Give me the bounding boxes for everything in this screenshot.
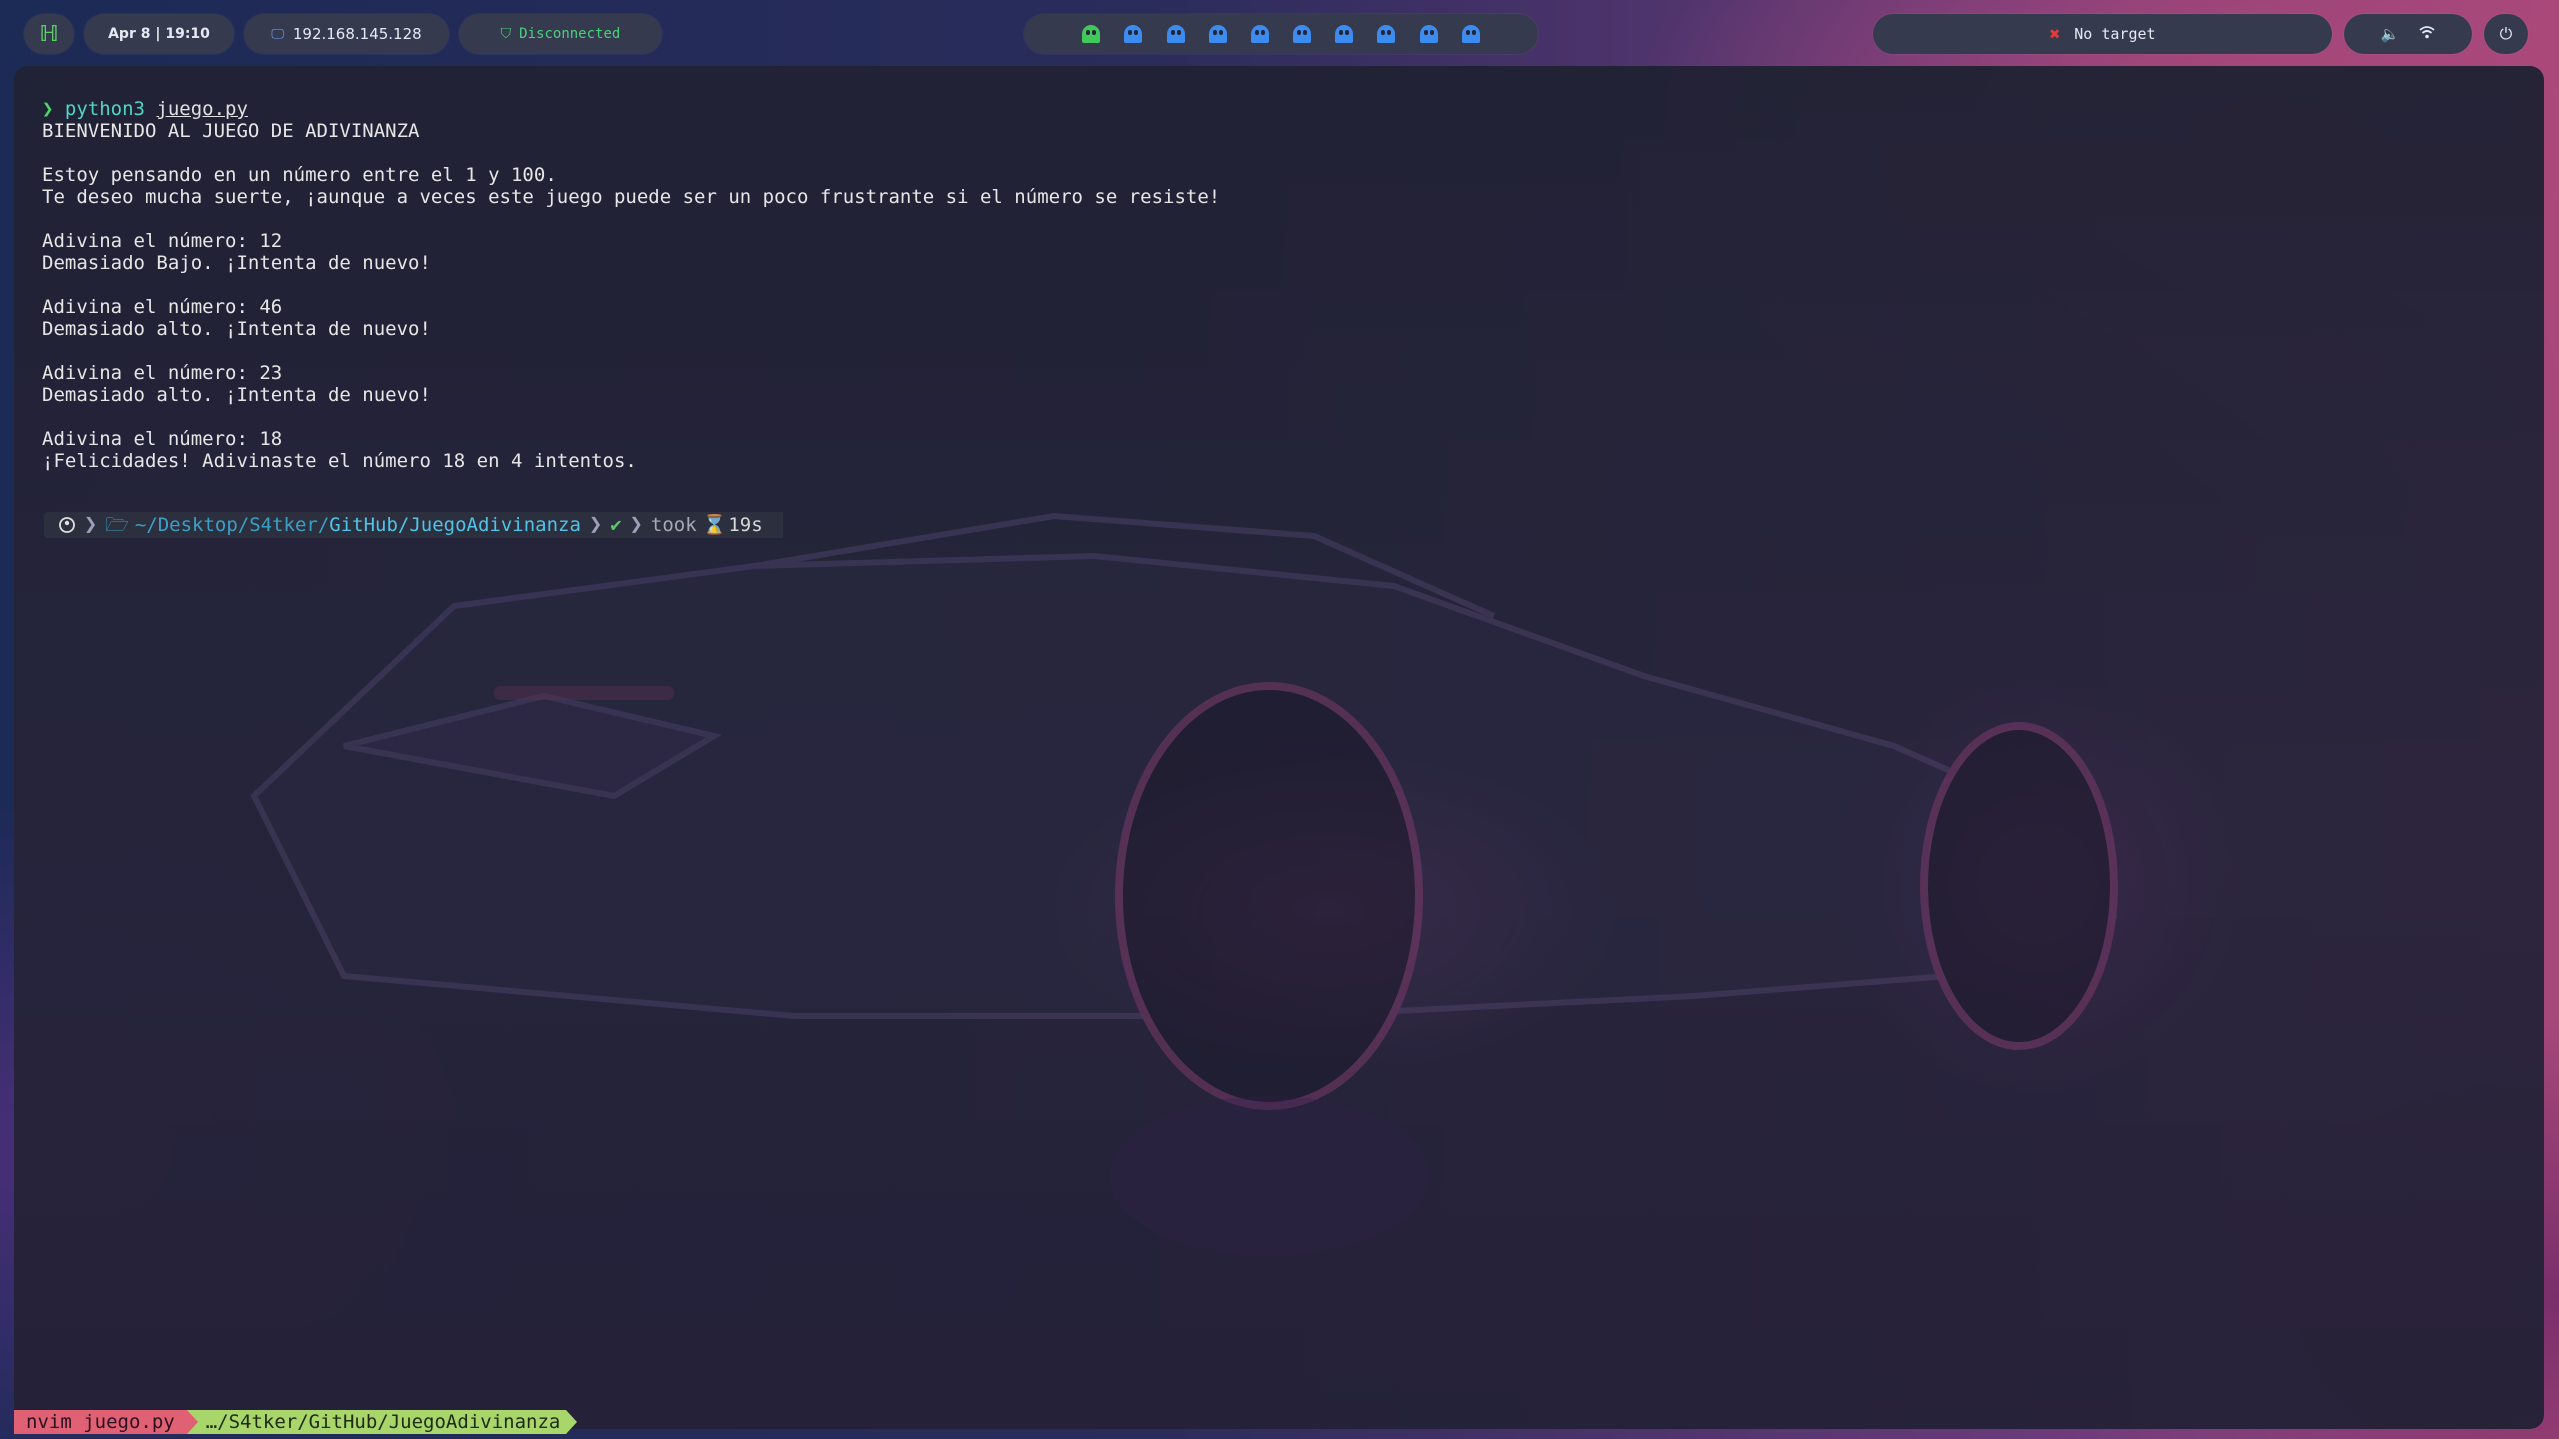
launcher-button[interactable]: ℍ xyxy=(24,14,74,54)
status-mode[interactable]: nvim juego.py xyxy=(14,1410,187,1434)
wifi-icon[interactable] xyxy=(2419,25,2435,43)
prompt-end-icon xyxy=(770,512,783,538)
datetime-widget[interactable]: Apr 8 | 19:10 xyxy=(84,14,234,54)
datetime-text: Apr 8 | 19:10 xyxy=(108,26,210,42)
output-line: ¡Felicidades! Adivinaste el número 18 en… xyxy=(42,450,637,472)
command-name: python3 xyxy=(64,98,145,120)
output-line: Demasiado alto. ¡Intenta de nuevo! xyxy=(42,384,431,406)
workspace-6-ghost-icon[interactable] xyxy=(1293,25,1312,43)
workspace-1-ghost-icon[interactable] xyxy=(1082,25,1101,43)
monitor-icon: 🖵 xyxy=(271,26,284,42)
output-line: Adivina el número: 18 xyxy=(42,428,283,450)
os-icon xyxy=(59,517,75,533)
command-line: ❯ python3 juego.py xyxy=(42,98,1220,120)
workspace-switcher xyxy=(1024,14,1538,54)
shield-icon: ⛉ xyxy=(500,26,512,42)
target-text: No target xyxy=(2074,25,2156,43)
close-icon: ✖ xyxy=(2049,23,2061,45)
prompt-separator-icon: ❯ xyxy=(84,512,98,537)
system-tray: 🔈 xyxy=(2344,14,2472,54)
prompt-os-segment xyxy=(52,516,82,534)
power-icon: ⏻ xyxy=(2499,24,2513,43)
output-line: Estoy pensando en un número entre el 1 y… xyxy=(42,164,557,186)
duration-value: 19s xyxy=(728,514,763,536)
output-line: Demasiado alto. ¡Intenta de nuevo! xyxy=(42,318,431,340)
status-separator-icon xyxy=(186,1410,198,1434)
vpn-status-text: Disconnected xyxy=(519,26,621,42)
ip-address-text: 192.168.145.128 xyxy=(292,25,422,43)
prompt-path-segment: 🗁 ~/Desktop/S4tker/GitHub/JuegoAdivinanza xyxy=(99,514,587,536)
hourglass-icon: ⌛ xyxy=(702,514,727,536)
prompt-chevron-icon: ❯ xyxy=(42,98,65,120)
workspace-2-ghost-icon[interactable] xyxy=(1124,25,1143,43)
shell-prompt: ❯ 🗁 ~/Desktop/S4tker/GitHub/JuegoAdivinan… xyxy=(44,512,783,538)
ip-widget[interactable]: 🖵 192.168.145.128 xyxy=(244,14,449,54)
workspace-3-ghost-icon[interactable] xyxy=(1166,25,1185,43)
terminal-output: ❯ python3 juego.py BIENVENIDO AL JUEGO D… xyxy=(42,98,1220,472)
checkmark-icon: ✔ xyxy=(610,514,622,536)
output-line: BIENVENIDO AL JUEGO DE ADIVINANZA xyxy=(42,120,420,142)
prompt-path-prefix: ~/Desktop/S4tker/ xyxy=(134,514,330,536)
power-button[interactable]: ⏻ xyxy=(2484,14,2528,54)
output-line: Adivina el número: 12 xyxy=(42,230,283,252)
folder-icon: 🗁 xyxy=(105,514,129,536)
command-argument: juego.py xyxy=(156,98,248,120)
target-widget[interactable]: ✖ No target xyxy=(1873,14,2332,54)
status-separator-icon xyxy=(566,1410,578,1434)
prompt-separator-icon: ❯ xyxy=(629,512,643,537)
car-wallpaper-image xyxy=(250,512,2118,1256)
workspace-8-ghost-icon[interactable] xyxy=(1377,25,1396,43)
took-label: took xyxy=(650,514,697,536)
workspace-9-ghost-icon[interactable] xyxy=(1419,25,1438,43)
workspace-5-ghost-icon[interactable] xyxy=(1250,25,1269,43)
workspace-7-ghost-icon[interactable] xyxy=(1335,25,1354,43)
workspace-4-ghost-icon[interactable] xyxy=(1208,25,1227,43)
workspace-10-ghost-icon[interactable] xyxy=(1461,25,1480,43)
terminal-window[interactable]: ❯ python3 juego.py BIENVENIDO AL JUEGO D… xyxy=(14,66,2544,1429)
volume-icon[interactable]: 🔈 xyxy=(2381,25,2400,43)
prompt-duration-segment: took ⌛ 19s xyxy=(645,514,769,536)
hack-logo-icon: ℍ xyxy=(39,21,59,47)
prompt-path-dir: GitHub/JuegoAdivinanza xyxy=(329,514,581,536)
vpn-status-widget[interactable]: ⛉ Disconnected xyxy=(459,14,662,54)
output-line: Adivina el número: 23 xyxy=(42,362,283,384)
output-line: Te deseo mucha suerte, ¡aunque a veces e… xyxy=(42,186,1221,208)
prompt-separator-icon: ❯ xyxy=(588,512,603,537)
status-line: nvim juego.py …/S4tker/GitHub/JuegoAdivi… xyxy=(14,1410,578,1434)
output-line: Adivina el número: 46 xyxy=(42,296,283,318)
prompt-status-segment: ✔ xyxy=(604,514,627,536)
output-line: Demasiado Bajo. ¡Intenta de nuevo! xyxy=(42,252,431,274)
status-path: …/S4tker/GitHub/JuegoAdivinanza xyxy=(197,1410,567,1434)
